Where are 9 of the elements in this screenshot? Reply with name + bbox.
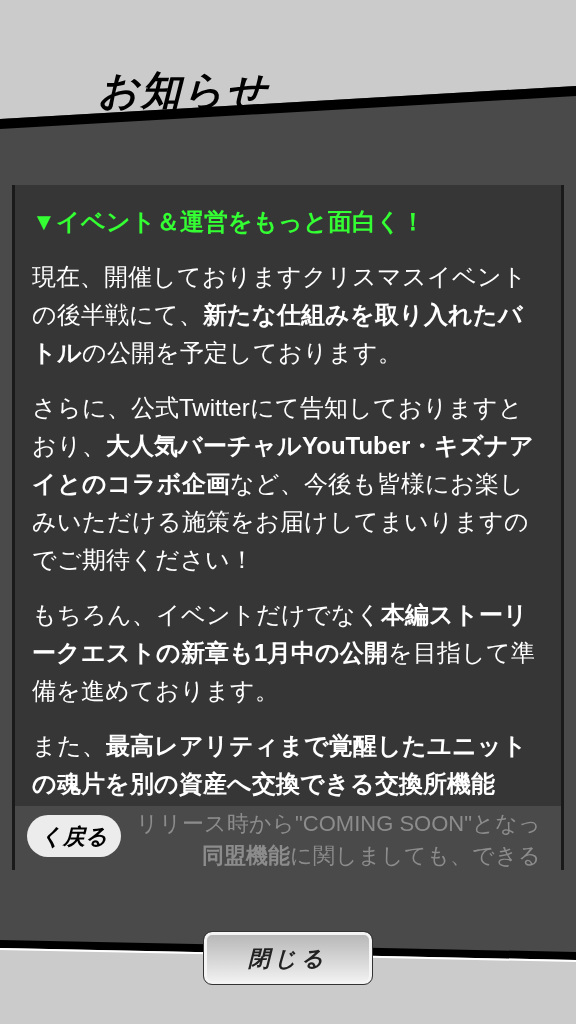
back-button[interactable]: く戻る xyxy=(27,815,121,857)
notice-heading: ▼イベント＆運営をもっと面白く！ xyxy=(32,207,426,237)
close-button[interactable]: 閉じる xyxy=(204,932,372,984)
notice-paragraph: さらに、公式Twitterにて告知しておりますとおり、大人気バーチャルYouTuber・キズナアイとのコラボ企画など、今後も皆様にお楽しみいただける施策をお届けしてまいりますのでご期待ください！ xyxy=(32,393,536,575)
faded-text: 同盟機能に関しましても、できる xyxy=(202,842,541,870)
notice-paragraph: もちろん、イベントだけでなく本編ストーリークエストの新章も1月中の公開を目指して準備を進めております。 xyxy=(32,600,537,706)
faded-text: リリース時から"COMING SOON"となっ xyxy=(136,810,541,838)
notice-paragraph: 現在、開催しておりますクリスマスイベントの後半戦にて、新たな仕組みを取り入れたバトルの公開を予定しております。 xyxy=(32,262,528,368)
notice-paragraph: また、最高レアリティまで覚醒したユニットの魂片を別の資産へ交換できる交換所機能 xyxy=(32,731,528,799)
